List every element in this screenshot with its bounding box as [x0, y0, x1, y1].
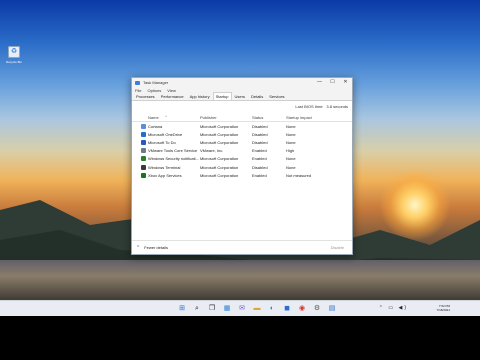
xbox-icon — [141, 172, 146, 178]
settings-icon[interactable]: ⚙ — [311, 303, 323, 315]
task-view-icon[interactable]: ❐ — [206, 303, 218, 315]
sort-caret-icon: ^ — [165, 114, 167, 119]
title-bar[interactable]: Task Manager — ☐ ✕ — [132, 78, 352, 87]
row-status: Enabled — [252, 148, 267, 154]
window-title: Task Manager — [143, 80, 169, 85]
row-status: Disabled — [252, 131, 268, 137]
desktop: Recycle Bin Task Manager — ☐ ✕ File Opti… — [0, 0, 480, 360]
windows-start-icon[interactable]: ⊞ — [176, 303, 188, 315]
row-status: Disabled — [252, 139, 268, 145]
tab-processes[interactable]: Processes — [133, 92, 158, 100]
chat-icon[interactable]: ✉ — [236, 303, 248, 315]
window-footer: ⌃ Fewer details Disable — [132, 240, 352, 254]
close-button[interactable]: ✕ — [339, 78, 352, 87]
row-publisher: Microsoft Corporation — [200, 123, 239, 129]
file-explorer-icon[interactable]: ▬ — [251, 303, 263, 315]
recycle-bin-desktop-icon[interactable]: Recycle Bin — [4, 46, 24, 64]
row-impact: None — [286, 131, 296, 137]
cortana-icon — [141, 123, 146, 129]
search-icon[interactable]: ⌕ — [191, 303, 203, 315]
store-icon[interactable]: ◼ — [281, 303, 293, 315]
fewer-details-button[interactable]: ⌃ Fewer details — [136, 245, 168, 251]
task-manager-taskbar-icon[interactable]: ▤ — [326, 303, 338, 315]
row-publisher: Microsoft Corporation — [200, 131, 239, 137]
todo-icon — [141, 139, 146, 145]
row-impact: None — [286, 156, 296, 162]
task-manager-window: Task Manager — ☐ ✕ File Options View Pro… — [131, 77, 353, 255]
column-status[interactable]: Status — [252, 115, 286, 120]
tab-users[interactable]: Users — [232, 92, 248, 100]
windows-security-icon — [141, 156, 146, 162]
row-status: Disabled — [252, 123, 268, 129]
tab-performance[interactable]: Performance — [158, 92, 187, 100]
bios-time-value: 3.8 seconds — [326, 103, 348, 109]
task-manager-icon — [135, 80, 140, 85]
table-row[interactable]: VMware Tools Core Service VMware, Inc. E… — [132, 147, 352, 155]
bios-time-label: Last BIOS time: — [295, 103, 324, 109]
system-tray[interactable]: ⌃ ▭ ◀) — [379, 305, 408, 311]
table-row[interactable]: Cortana Microsoft Corporation Disabled N… — [132, 122, 352, 130]
tab-app-history[interactable]: App history — [187, 92, 213, 100]
minimize-button[interactable]: — — [313, 78, 326, 87]
row-impact: None — [286, 139, 296, 145]
table-row[interactable]: Xbox App Services Microsoft Corporation … — [132, 171, 352, 179]
table-row[interactable]: Microsoft To Do Microsoft Corporation Di… — [132, 138, 352, 146]
row-status: Disabled — [252, 164, 268, 170]
letterbox-bar — [0, 316, 480, 360]
taskbar: ⊞ ⌕ ❐ ▦ ✉ ▬ ◐ ◼ ◉ ⚙ ▤ ⌃ ▭ ◀) 7:52 PM 7/1… — [0, 300, 480, 317]
row-publisher: Microsoft Corporation — [200, 139, 239, 145]
fewer-details-label: Fewer details — [144, 245, 168, 250]
terminal-icon — [141, 164, 146, 170]
row-publisher: Microsoft Corporation — [200, 164, 239, 170]
row-impact: None — [286, 123, 296, 129]
lake — [0, 260, 480, 300]
clock[interactable]: 7:52 PM 7/18/2021 — [437, 304, 450, 312]
row-impact: High — [286, 148, 295, 154]
disable-button[interactable]: Disable — [331, 245, 344, 250]
row-publisher: VMware, Inc. — [200, 148, 224, 154]
tab-details[interactable]: Details — [248, 92, 266, 100]
row-status: Enabled — [252, 156, 267, 162]
startup-table-body: Cortana Microsoft Corporation Disabled N… — [132, 122, 352, 179]
clock-date: 7/18/2021 — [436, 308, 450, 312]
maximize-button[interactable]: ☐ — [326, 78, 339, 87]
column-startup-impact[interactable]: Startup impact — [286, 115, 336, 120]
chrome-icon[interactable]: ◉ — [296, 303, 308, 315]
tab-services[interactable]: Services — [266, 92, 287, 100]
row-impact: None — [286, 164, 296, 170]
table-row[interactable]: Microsoft OneDrive Microsoft Corporation… — [132, 130, 352, 138]
row-publisher: Microsoft Corporation — [200, 172, 239, 178]
table-row[interactable]: Windows Security notificati... Microsoft… — [132, 155, 352, 163]
chevron-up-icon: ⌃ — [136, 244, 141, 251]
vmware-icon — [141, 148, 146, 154]
table-row[interactable]: Windows Terminal Microsoft Corporation D… — [132, 163, 352, 171]
recycle-bin-label: Recycle Bin — [6, 60, 22, 64]
row-impact: Not measured — [286, 172, 312, 178]
onedrive-icon — [141, 131, 146, 137]
column-publisher[interactable]: Publisher — [200, 115, 252, 120]
widgets-icon[interactable]: ▦ — [221, 303, 233, 315]
row-status: Enabled — [252, 172, 267, 178]
taskbar-icons: ⊞ ⌕ ❐ ▦ ✉ ▬ ◐ ◼ ◉ ⚙ ▤ — [176, 303, 341, 315]
bios-time: Last BIOS time: 3.8 seconds — [132, 101, 352, 111]
tab-startup[interactable]: Startup — [212, 92, 232, 100]
tab-bar: Processes Performance App history Startu… — [132, 92, 352, 101]
edge-icon[interactable]: ◐ — [266, 303, 278, 315]
recycle-bin-icon — [8, 46, 20, 58]
row-publisher: Microsoft Corporation — [200, 156, 239, 162]
